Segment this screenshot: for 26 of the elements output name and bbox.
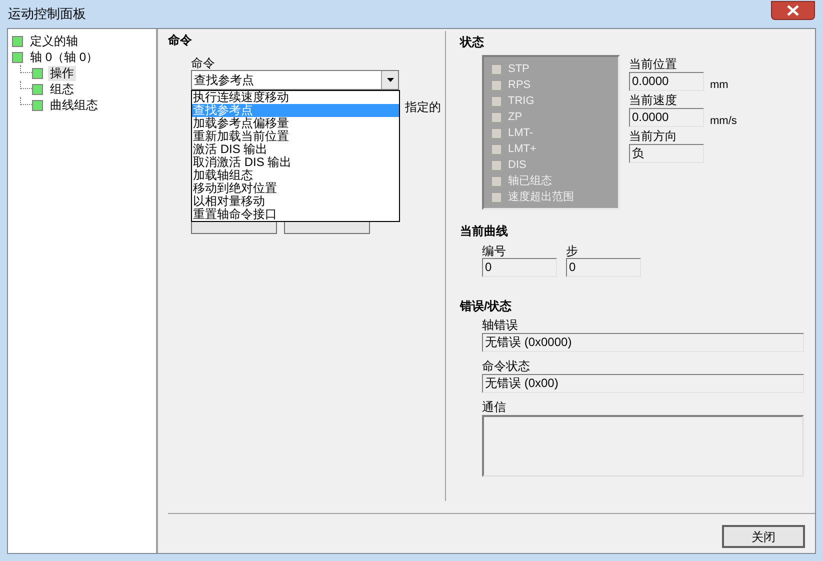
field-label: 当前位置 (629, 57, 678, 71)
unit-label: mm (710, 78, 728, 92)
window-title: 运动控制面板 (8, 5, 86, 24)
description-text: 指定的 (405, 99, 441, 114)
field-label: 当前速度 (629, 93, 678, 107)
field-label: 命令状态 (482, 358, 531, 374)
status-label: DIS (508, 158, 526, 173)
field-label: 命令 (191, 56, 216, 70)
section-heading: 状态 (460, 34, 485, 49)
section-heading: 命令 (168, 32, 193, 47)
status-label: LMT+ (508, 142, 536, 157)
status-label: 速度超出范围 (508, 190, 574, 205)
status-label: TRIG (508, 94, 534, 109)
field-label: 编号 (482, 244, 507, 258)
unit-label: mm/s (710, 114, 737, 128)
status-label: ZP (508, 110, 522, 125)
field-label: 步 (566, 244, 579, 258)
field-label: 通信 (482, 399, 507, 415)
status-label: 轴已组态 (508, 174, 552, 189)
status-label: RPS (508, 78, 531, 93)
field-label: 当前方向 (629, 129, 678, 143)
status-label: STP (508, 62, 530, 77)
field-label: 轴错误 (482, 317, 519, 333)
section-heading: 当前曲线 (460, 223, 509, 238)
status-label: LMT- (508, 126, 534, 141)
section-heading: 错误/状态 (460, 298, 512, 313)
